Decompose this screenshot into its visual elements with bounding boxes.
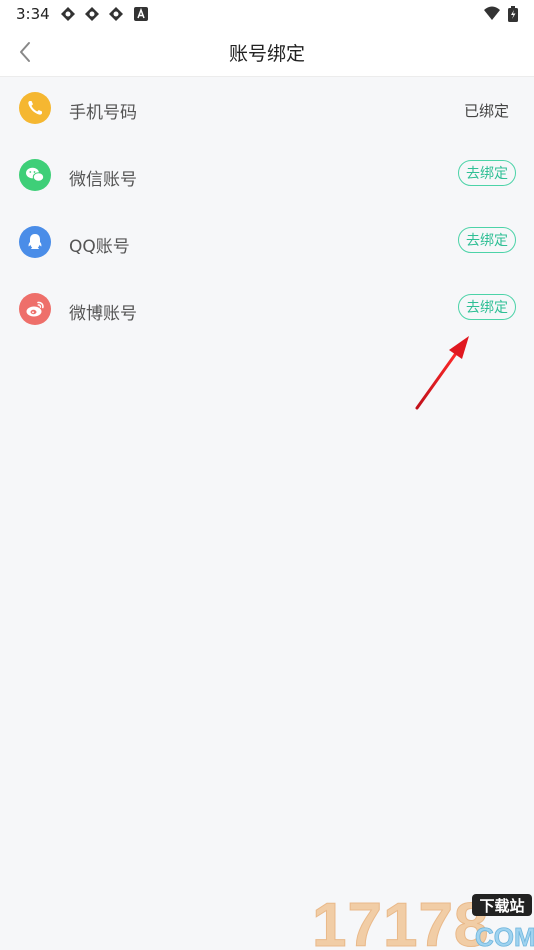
account-label: 微博账号 bbox=[69, 304, 137, 324]
annotation-arrow-icon bbox=[415, 336, 469, 410]
watermark-tag: 下载站 bbox=[479, 897, 524, 915]
wifi-icon bbox=[483, 6, 501, 25]
phone-icon bbox=[19, 92, 51, 124]
notification-icon bbox=[83, 6, 101, 26]
watermark-suffix: COM bbox=[475, 922, 534, 950]
bind-weibo-button[interactable]: 去绑定 bbox=[458, 294, 516, 320]
status-bar: 3:34 bbox=[0, 0, 534, 28]
a-notification-icon bbox=[134, 6, 148, 25]
account-label: 手机号码 bbox=[69, 103, 137, 123]
account-row-wechat[interactable]: 微信账号 去绑定 bbox=[0, 143, 534, 210]
status-time: 3:34 bbox=[16, 5, 50, 23]
battery-icon bbox=[508, 6, 518, 26]
nav-bar: 账号绑定 bbox=[0, 28, 534, 77]
weibo-icon bbox=[19, 293, 51, 325]
account-label: QQ账号 bbox=[69, 237, 130, 257]
account-label: 微信账号 bbox=[69, 170, 137, 190]
page-title: 账号绑定 bbox=[228, 43, 305, 65]
site-watermark: 17178 下载站 COM bbox=[312, 891, 534, 950]
account-row-phone[interactable]: 手机号码 已绑定 bbox=[0, 76, 534, 143]
wechat-icon bbox=[19, 159, 51, 191]
qq-icon bbox=[19, 226, 51, 258]
account-row-qq[interactable]: QQ账号 去绑定 bbox=[0, 210, 534, 277]
svg-text:17178: 17178 bbox=[312, 891, 489, 950]
notification-icon bbox=[59, 6, 77, 26]
bind-qq-button[interactable]: 去绑定 bbox=[458, 227, 516, 253]
bind-wechat-button[interactable]: 去绑定 bbox=[458, 160, 516, 186]
account-list: 手机号码 已绑定 微信账号 去绑定 QQ账号 去绑定 微博账号 去绑定 bbox=[0, 76, 534, 344]
bound-status: 已绑定 bbox=[463, 102, 509, 120]
notification-icon bbox=[107, 6, 125, 26]
